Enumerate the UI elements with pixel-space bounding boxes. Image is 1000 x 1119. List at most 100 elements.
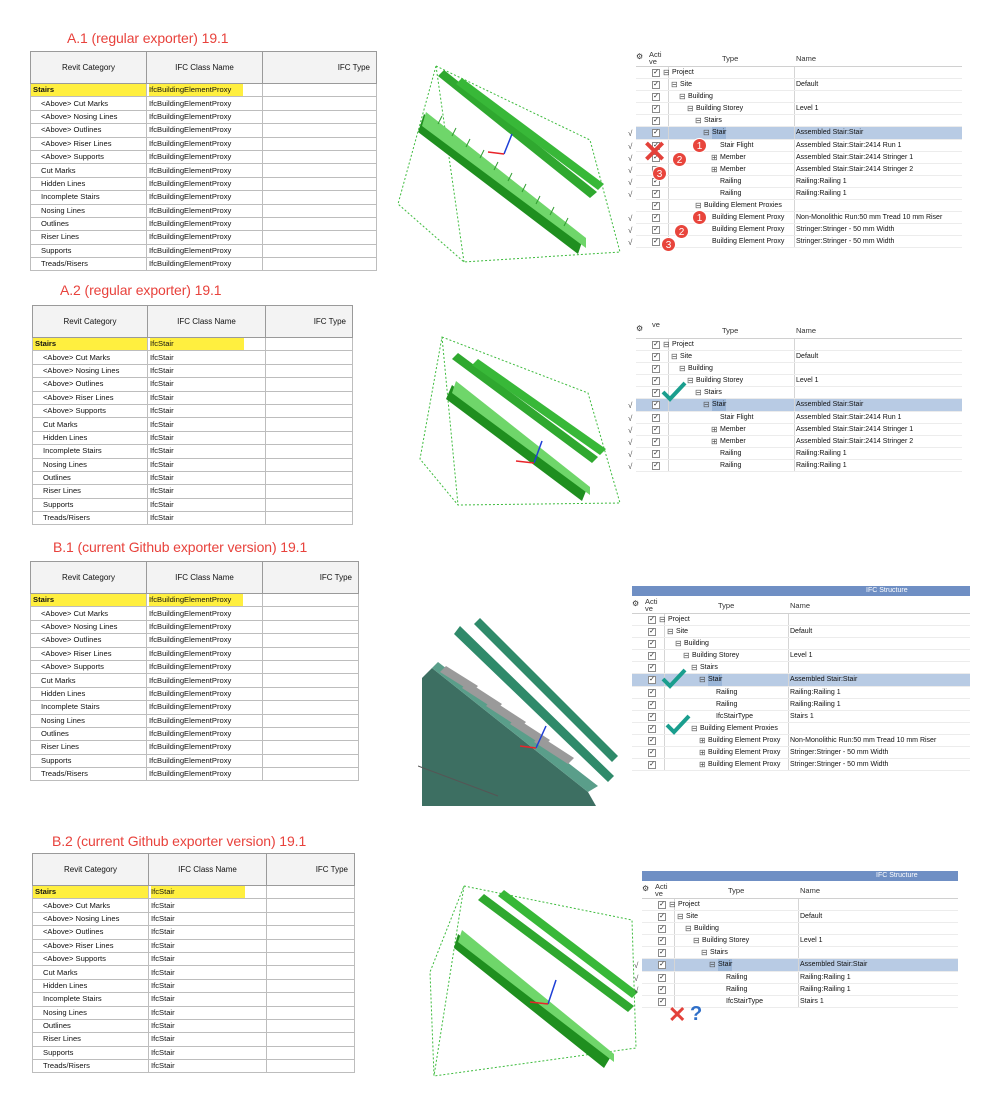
- ifc-class-cell[interactable]: IfcStair: [147, 444, 266, 459]
- active-checkbox[interactable]: ✓: [658, 997, 666, 1006]
- expander-icon[interactable]: ⊟: [659, 614, 666, 626]
- ifc-class-cell[interactable]: IfcStair: [148, 1018, 267, 1034]
- active-checkbox[interactable]: ✓: [648, 640, 656, 649]
- ifc-class-cell[interactable]: IfcBuildingElementProxy: [146, 257, 263, 272]
- table-row[interactable]: Hidden Lines IfcBuildingElementProxy: [30, 176, 377, 192]
- ifc-class-cell[interactable]: IfcBuildingElementProxy: [146, 673, 263, 688]
- ifc-type-cell[interactable]: [265, 377, 353, 392]
- ifc-class-cell[interactable]: IfcBuildingElementProxy: [146, 700, 263, 715]
- ifc-type-cell[interactable]: [265, 497, 353, 513]
- ifc-class-cell[interactable]: IfcStair: [148, 884, 267, 900]
- ifc-type-cell[interactable]: [262, 82, 377, 98]
- ifc-class-cell[interactable]: IfcBuildingElementProxy: [146, 136, 263, 151]
- ifc-type-cell[interactable]: [266, 925, 355, 940]
- ifc-type-cell[interactable]: [265, 403, 353, 419]
- active-checkbox[interactable]: ✓: [652, 413, 660, 422]
- ifc-class-cell[interactable]: IfcStair: [148, 951, 267, 967]
- header-ifc-class-name[interactable]: IFC Class Name: [148, 853, 267, 886]
- active-checkbox[interactable]: ✓: [652, 425, 660, 434]
- ifc-type-cell[interactable]: [262, 203, 377, 218]
- table-row[interactable]: Outlines IfcBuildingElementProxy: [30, 726, 359, 742]
- tree-row[interactable]: √ ✓ Building Element Proxy Non-Monolithic R…: [628, 212, 962, 225]
- table-row[interactable]: <Above> Supports IfcBuildingElementProxy: [30, 659, 359, 675]
- ifc-type-cell[interactable]: [262, 713, 359, 728]
- header-ifc-class-name[interactable]: IFC Class Name: [146, 51, 263, 84]
- ifc-type-cell[interactable]: [266, 1005, 355, 1020]
- tree-row[interactable]: √✓⊞MemberAssembled Stair:Stair:2414 Stri…: [628, 163, 962, 176]
- active-checkbox[interactable]: ✓: [648, 700, 656, 709]
- expander-icon[interactable]: ⊟: [691, 723, 698, 735]
- active-checkbox[interactable]: ✓: [652, 341, 660, 349]
- active-checkbox[interactable]: ✓: [648, 761, 656, 770]
- table-row[interactable]: Cut Marks IfcStair: [32, 417, 353, 432]
- table-row[interactable]: Nosing Lines IfcStair: [32, 1005, 355, 1020]
- stair-3d-view-b2[interactable]: [424, 880, 644, 1090]
- header-ifc-type[interactable]: IFC Type: [265, 305, 353, 338]
- active-checkbox[interactable]: ✓: [648, 749, 656, 758]
- active-checkbox[interactable]: ✓: [652, 389, 660, 398]
- expander-icon[interactable]: ⊟: [687, 103, 694, 115]
- table-row[interactable]: <Above> Supports IfcStair: [32, 951, 355, 967]
- ifc-type-cell[interactable]: [262, 740, 359, 755]
- active-checkbox[interactable]: ✓: [652, 353, 660, 362]
- expander-icon[interactable]: ⊟: [675, 638, 682, 650]
- ifc-type-cell[interactable]: [262, 190, 377, 205]
- tree-row[interactable]: √ ✓ Railing Railing:Railing 1: [628, 459, 962, 473]
- table-row[interactable]: Stairs IfcBuildingElementProxy: [30, 82, 377, 98]
- active-checkbox[interactable]: ✓: [658, 985, 666, 994]
- active-checkbox[interactable]: ✓: [652, 377, 660, 386]
- table-row[interactable]: Incomplete Stairs IfcStair: [32, 992, 355, 1007]
- ifc-class-cell[interactable]: IfcStair: [147, 511, 266, 526]
- tree-row[interactable]: ✓ ⊟ Building: [632, 638, 970, 651]
- active-checkbox[interactable]: ✓: [658, 973, 666, 982]
- ifc-class-cell[interactable]: IfcStair: [148, 992, 267, 1007]
- tree-row[interactable]: ✓ ⊟ Building: [636, 91, 962, 104]
- ifc-class-cell[interactable]: IfcStair: [147, 363, 266, 379]
- ifc-class-cell[interactable]: IfcBuildingElementProxy: [146, 243, 263, 259]
- ifc-type-cell[interactable]: [262, 109, 377, 125]
- ifc-type-cell[interactable]: [266, 1059, 355, 1074]
- header-active[interactable]: Acti ve: [655, 883, 669, 898]
- ifc-class-cell[interactable]: IfcStair: [147, 350, 266, 365]
- tree-row[interactable]: ✓ ⊟ Building Storey Level 1: [636, 103, 962, 116]
- tree-row[interactable]: ✓ ⊞ Building Element Proxy Stringer:Stringe…: [632, 759, 970, 772]
- expander-icon[interactable]: ⊞: [699, 747, 706, 759]
- table-row[interactable]: Treads/Risers IfcBuildingElementProxy: [30, 767, 359, 782]
- active-checkbox[interactable]: ✓: [652, 449, 660, 458]
- table-row[interactable]: Supports IfcBuildingElementProxy: [30, 753, 359, 769]
- ifc-class-cell[interactable]: IfcStair: [147, 484, 266, 499]
- active-checkbox[interactable]: ✓: [648, 724, 656, 733]
- ifc-type-cell[interactable]: [266, 938, 355, 953]
- ifc-class-cell[interactable]: IfcBuildingElementProxy: [146, 646, 263, 661]
- active-checkbox[interactable]: ✓: [648, 628, 656, 637]
- header-ifc-type[interactable]: IFC Type: [262, 51, 377, 84]
- table-row[interactable]: <Above> Nosing Lines IfcBuildingElementPr…: [30, 619, 359, 635]
- table-row[interactable]: Riser Lines IfcStair: [32, 1032, 355, 1047]
- ifc-class-cell[interactable]: IfcStair: [148, 1045, 267, 1061]
- table-row[interactable]: Cut Marks IfcStair: [32, 965, 355, 980]
- table-row[interactable]: Nosing Lines IfcBuildingElementProxy: [30, 713, 359, 728]
- ifc-type-cell[interactable]: [262, 700, 359, 715]
- expander-icon[interactable]: ⊟: [663, 339, 670, 351]
- active-checkbox[interactable]: ✓: [658, 937, 666, 946]
- ifc-type-cell[interactable]: [266, 951, 355, 967]
- ifc-type-cell[interactable]: [262, 726, 359, 742]
- expander-icon[interactable]: ⊟: [701, 947, 708, 959]
- tree-row[interactable]: √✓⊞MemberAssembled Stair:Stair:2414 Stri…: [628, 423, 962, 436]
- ifc-type-cell[interactable]: [262, 216, 377, 232]
- active-checkbox[interactable]: ✓: [658, 901, 666, 909]
- table-row[interactable]: Hidden Lines IfcStair: [32, 430, 353, 446]
- active-checkbox[interactable]: ✓: [658, 925, 666, 934]
- tree-row[interactable]: ✓ ⊟ Site Default: [642, 911, 958, 924]
- table-row[interactable]: Riser Lines IfcStair: [32, 484, 353, 499]
- active-checkbox[interactable]: ✓: [648, 676, 656, 685]
- table-row[interactable]: Cut Marks IfcBuildingElementProxy: [30, 673, 359, 688]
- ifc-class-cell[interactable]: IfcStair: [148, 1032, 267, 1047]
- table-row[interactable]: Incomplete Stairs IfcBuildingElementProxy: [30, 700, 359, 715]
- ifc-type-cell[interactable]: [265, 417, 353, 432]
- ifc-class-cell[interactable]: IfcStair: [147, 390, 266, 405]
- active-checkbox[interactable]: ✓: [658, 961, 666, 970]
- ifc-type-cell[interactable]: [265, 363, 353, 379]
- table-row[interactable]: Stairs IfcBuildingElementProxy: [30, 592, 359, 608]
- expander-icon[interactable]: ⊟: [669, 899, 676, 911]
